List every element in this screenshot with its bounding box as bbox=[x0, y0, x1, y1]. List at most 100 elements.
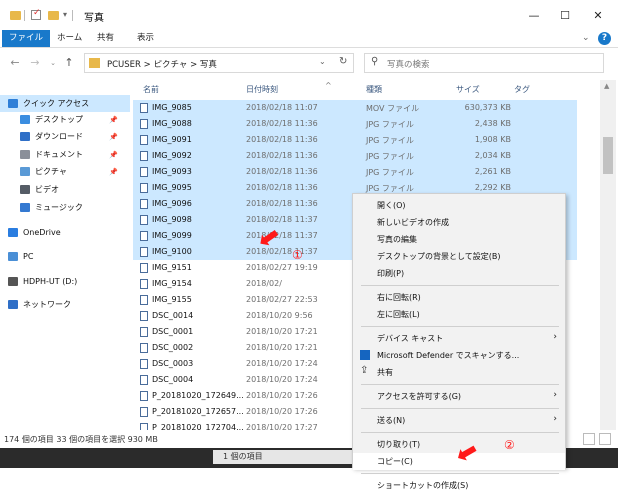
menu-item[interactable]: アクセスを許可する(G) › bbox=[353, 388, 565, 405]
submenu-chevron-icon: › bbox=[553, 390, 557, 400]
column-date[interactable]: 日付時刻 bbox=[246, 84, 278, 95]
folder-icon bbox=[89, 58, 100, 68]
tab-share[interactable]: 共有 bbox=[90, 30, 121, 47]
window-title: 写真 bbox=[84, 13, 104, 24]
sidebar-item[interactable]: HDPH-UT (D:) bbox=[0, 273, 130, 290]
file-date: 2018/02/ bbox=[246, 279, 282, 288]
close-button[interactable]: ✕ bbox=[583, 6, 613, 24]
menu-item[interactable]: Microsoft Defender でスキャンする... bbox=[353, 347, 565, 364]
tab-view[interactable]: 表示 bbox=[130, 30, 161, 47]
menu-item-label: 右に回転(R) bbox=[377, 293, 421, 302]
large-icons-view-icon[interactable] bbox=[599, 433, 611, 445]
menu-item[interactable]: デスクトップの背景として設定(B) bbox=[353, 248, 565, 265]
file-name: DSC_0002 bbox=[152, 343, 194, 352]
menu-separator bbox=[361, 408, 559, 409]
ribbon-expand-icon[interactable]: ⌄ bbox=[582, 33, 590, 43]
file-row[interactable]: IMG_9085 2018/02/18 11:07 MOV ファイル 630,373 … bbox=[133, 100, 577, 116]
file-type: JPG ファイル bbox=[366, 152, 414, 161]
menu-item[interactable]: 開く(O) bbox=[353, 197, 565, 214]
file-date: 2018/10/20 17:24 bbox=[246, 359, 318, 368]
checkbox-icon[interactable]: ✓ bbox=[31, 8, 41, 20]
details-view-icon[interactable] bbox=[583, 433, 595, 445]
menu-item-label: 左に回転(L) bbox=[377, 310, 420, 319]
column-size[interactable]: サイズ bbox=[456, 84, 480, 95]
tab-file[interactable]: ファイル bbox=[2, 30, 51, 47]
sidebar-item[interactable]: ビデオ bbox=[0, 181, 130, 198]
quick-access-dropdown-icon[interactable]: ▾ bbox=[63, 10, 67, 19]
search-placeholder: 写真の検索 bbox=[387, 60, 430, 70]
menu-item[interactable]: ⇪ 共有 bbox=[353, 364, 565, 381]
scroll-up-icon[interactable]: ▲ bbox=[604, 82, 609, 90]
vertical-scrollbar[interactable]: ▲ bbox=[600, 80, 616, 430]
sidebar-item[interactable]: クイック アクセス bbox=[0, 95, 130, 112]
column-tag[interactable]: タグ bbox=[514, 84, 530, 95]
recent-dropdown-icon[interactable]: ⌄ bbox=[46, 56, 60, 70]
file-type: JPG ファイル bbox=[366, 120, 414, 129]
share-icon: ⇪ bbox=[360, 365, 369, 376]
sidebar-item-icon bbox=[20, 150, 30, 159]
minimize-button[interactable]: — bbox=[519, 6, 549, 24]
refresh-icon[interactable]: ↻ bbox=[339, 56, 347, 67]
sidebar-item[interactable]: OneDrive bbox=[0, 224, 130, 241]
file-name: P_20181020_172657... bbox=[152, 407, 244, 416]
file-icon bbox=[140, 119, 148, 129]
menu-item[interactable]: 送る(N) › bbox=[353, 412, 565, 429]
column-name[interactable]: 名前 bbox=[143, 84, 159, 95]
back-icon[interactable]: ← bbox=[8, 56, 22, 70]
menu-item-label: 新しいビデオの作成 bbox=[377, 218, 449, 227]
address-bar[interactable]: PCUSER > ピクチャ > 写真 ⌄ ↻ bbox=[84, 53, 354, 73]
menu-item-label: 印刷(P) bbox=[377, 269, 405, 278]
menu-item-label: ショートカットの作成(S) bbox=[377, 481, 469, 490]
menu-item[interactable]: デバイス キャスト › bbox=[353, 330, 565, 347]
column-type[interactable]: 種類 bbox=[366, 84, 382, 95]
new-folder-icon[interactable] bbox=[48, 11, 59, 20]
file-icon bbox=[140, 183, 148, 193]
sidebar-item[interactable]: ダウンロード 📌 bbox=[0, 128, 130, 145]
scrollbar-thumb[interactable] bbox=[603, 137, 613, 174]
sidebar-item[interactable]: ミュージック bbox=[0, 199, 130, 216]
file-date: 2018/02/18 11:36 bbox=[246, 167, 318, 176]
file-icon bbox=[140, 263, 148, 273]
up-icon[interactable]: ↑ bbox=[62, 56, 76, 70]
file-row[interactable]: IMG_9093 2018/02/18 11:36 JPG ファイル 2,261 KB bbox=[133, 164, 577, 180]
sidebar-item-icon bbox=[8, 300, 18, 309]
sidebar-item-label: クイック アクセス bbox=[23, 99, 90, 108]
file-date: 2018/02/18 11:36 bbox=[246, 183, 318, 192]
sidebar-item[interactable]: ピクチャ 📌 bbox=[0, 163, 130, 180]
menu-item[interactable]: 印刷(P) bbox=[353, 265, 565, 282]
menu-item[interactable]: 新しいビデオの作成 bbox=[353, 214, 565, 231]
menu-item[interactable]: 写真の編集 bbox=[353, 231, 565, 248]
file-date: 2018/02/18 11:36 bbox=[246, 119, 318, 128]
pin-icon[interactable]: 📌 bbox=[109, 151, 118, 159]
maximize-button[interactable]: ☐ bbox=[550, 6, 580, 24]
search-box[interactable]: ⚲ 写真の検索 bbox=[364, 53, 604, 73]
file-icon bbox=[140, 103, 148, 113]
file-size: 1,908 KB bbox=[474, 135, 511, 144]
pin-icon[interactable]: 📌 bbox=[109, 133, 118, 141]
menu-item-label: Microsoft Defender でスキャンする... bbox=[377, 351, 520, 360]
sidebar-item-icon bbox=[20, 167, 30, 176]
file-row[interactable]: IMG_9092 2018/02/18 11:36 JPG ファイル 2,034 KB bbox=[133, 148, 577, 164]
file-icon bbox=[140, 391, 148, 401]
menu-item[interactable]: 右に回転(R) bbox=[353, 289, 565, 306]
file-name: IMG_9100 bbox=[152, 247, 192, 256]
address-path: PCUSER > ピクチャ > 写真 bbox=[107, 60, 217, 70]
file-name: IMG_9098 bbox=[152, 215, 192, 224]
help-icon[interactable]: ? bbox=[598, 32, 611, 45]
file-name: DSC_0003 bbox=[152, 359, 194, 368]
address-dropdown-icon[interactable]: ⌄ bbox=[319, 57, 326, 66]
forward-icon[interactable]: → bbox=[28, 56, 42, 70]
file-row[interactable]: IMG_9091 2018/02/18 11:36 JPG ファイル 1,908 KB bbox=[133, 132, 577, 148]
sidebar-item[interactable]: ドキュメント 📌 bbox=[0, 146, 130, 163]
sidebar-item[interactable]: PC bbox=[0, 248, 130, 265]
pin-icon[interactable]: 📌 bbox=[109, 116, 118, 124]
pin-icon[interactable]: 📌 bbox=[109, 168, 118, 176]
menu-item[interactable]: 左に回転(L) bbox=[353, 306, 565, 323]
tab-home[interactable]: ホーム bbox=[50, 30, 89, 47]
menu-item[interactable]: ショートカットの作成(S) bbox=[353, 477, 565, 494]
divider bbox=[72, 10, 73, 21]
file-icon bbox=[140, 167, 148, 177]
file-row[interactable]: IMG_9088 2018/02/18 11:36 JPG ファイル 2,438 KB bbox=[133, 116, 577, 132]
sidebar-item[interactable]: ネットワーク bbox=[0, 296, 130, 313]
sidebar-item[interactable]: デスクトップ 📌 bbox=[0, 111, 130, 128]
